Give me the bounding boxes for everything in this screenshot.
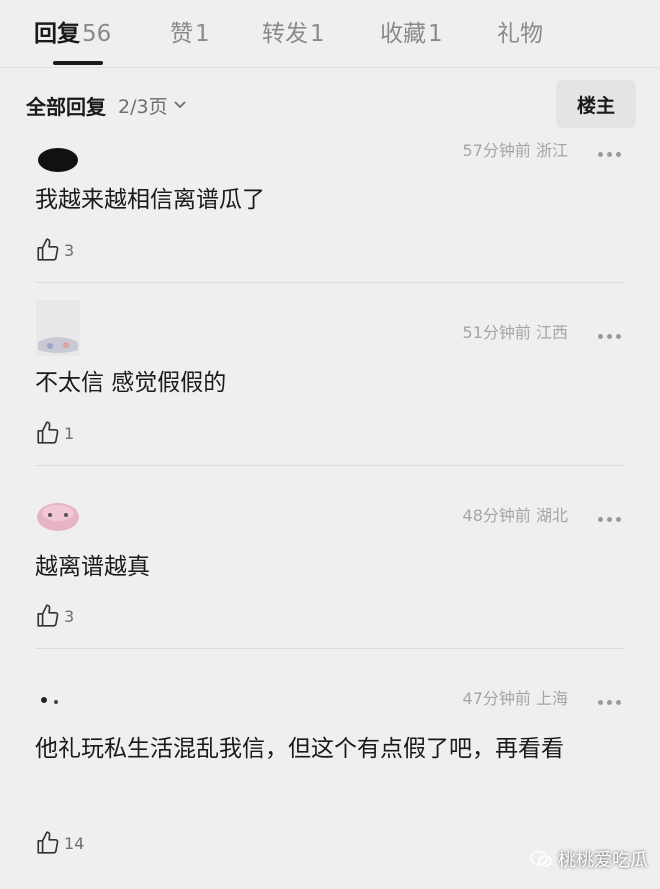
tab-replies-count: 56 <box>82 21 112 47</box>
tab-favorites-count: 1 <box>428 21 443 47</box>
like-button[interactable]: 3 <box>35 603 74 629</box>
comment-text: 我越来越相信离谱瓜了 <box>35 187 265 213</box>
avatar[interactable] <box>36 300 80 356</box>
watermark: 桃桃爱吃瓜 <box>530 846 648 872</box>
comment-meta: 47分钟前 上海 <box>462 689 568 708</box>
like-button[interactable]: 3 <box>35 237 74 263</box>
avatar[interactable] <box>36 690 80 710</box>
like-button[interactable]: 1 <box>35 420 74 446</box>
wechat-icon <box>530 850 552 867</box>
tab-likes[interactable]: 赞1 <box>170 14 210 48</box>
tab-replies-label: 回复 <box>34 21 80 47</box>
like-count: 3 <box>64 240 75 260</box>
avatar[interactable] <box>36 503 80 543</box>
tab-reposts-count: 1 <box>310 21 325 47</box>
comment-meta: 57分钟前 浙江 <box>462 141 568 160</box>
tab-bar: 回复56 赞1 转发1 收藏1 礼物 <box>0 0 660 70</box>
tab-gifts[interactable]: 礼物 <box>497 14 543 48</box>
tab-replies[interactable]: 回复56 <box>34 14 111 48</box>
comment-meta: 48分钟前 湖北 <box>462 506 568 525</box>
all-replies-label: 全部回复 <box>26 94 106 119</box>
like-count: 3 <box>64 606 75 626</box>
tab-reposts[interactable]: 转发1 <box>262 14 325 48</box>
comment-text: 他礼玩私生活混乱我信，但这个有点假了吧，再看看 <box>35 736 564 762</box>
comment-meta: 51分钟前 江西 <box>462 323 568 342</box>
chevron-down-icon <box>173 101 186 109</box>
tab-reposts-label: 转发 <box>262 21 308 47</box>
comment-divider <box>35 465 625 466</box>
more-options-icon[interactable] <box>598 507 628 522</box>
tabs-divider <box>0 67 660 68</box>
author-only-button[interactable]: 楼主 <box>556 80 636 128</box>
comment-divider <box>35 282 625 283</box>
avatar[interactable] <box>36 130 80 172</box>
like-button[interactable]: 14 <box>35 830 84 856</box>
comment-divider <box>35 648 625 649</box>
comment-text: 不太信 感觉假假的 <box>35 370 227 396</box>
tab-gifts-label: 礼物 <box>497 21 543 47</box>
watermark-text: 桃桃爱吃瓜 <box>558 850 648 871</box>
active-tab-indicator <box>53 61 103 65</box>
thumbs-up-icon <box>37 421 59 444</box>
page-indicator: 2/3页 <box>118 95 168 118</box>
comment-text: 越离谱越真 <box>35 554 150 580</box>
like-count: 14 <box>64 833 85 853</box>
more-options-icon[interactable] <box>598 690 628 705</box>
more-options-icon[interactable] <box>598 324 628 339</box>
thumbs-up-icon <box>37 604 59 627</box>
like-count: 1 <box>64 423 75 443</box>
more-options-icon[interactable] <box>598 142 628 157</box>
tab-likes-label: 赞 <box>170 21 193 47</box>
tab-favorites[interactable]: 收藏1 <box>380 14 443 48</box>
thumbs-up-icon <box>37 831 59 854</box>
tab-likes-count: 1 <box>195 21 210 47</box>
thumbs-up-icon <box>37 238 59 261</box>
reply-filter[interactable]: 全部回复 2/3页 <box>26 90 188 120</box>
tab-favorites-label: 收藏 <box>380 21 426 47</box>
